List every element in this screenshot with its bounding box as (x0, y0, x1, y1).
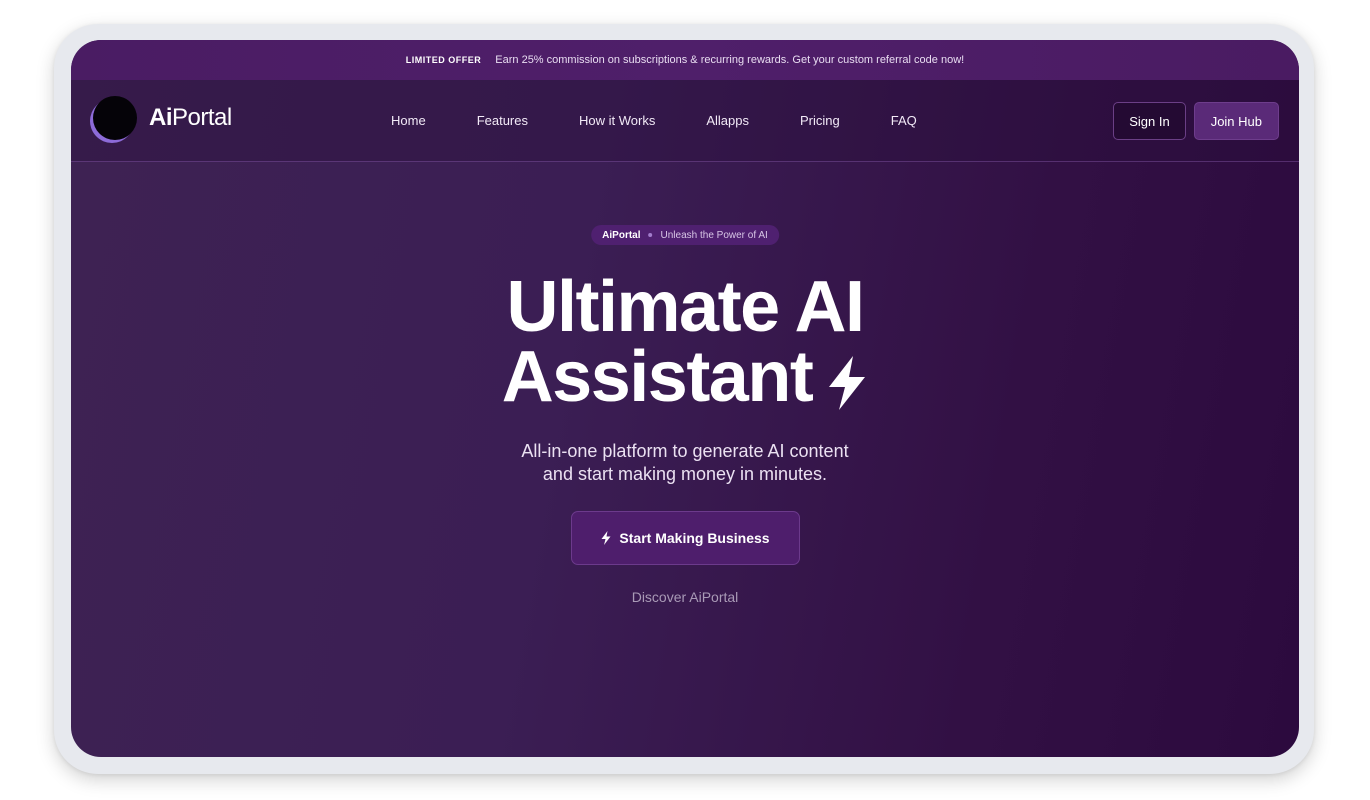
brand-name: AiPortal (149, 104, 232, 131)
nav-pricing[interactable]: Pricing (800, 113, 840, 128)
nav-allapps[interactable]: Allapps (706, 113, 749, 128)
badge-text: Unleash the Power of AI (660, 229, 768, 241)
start-making-business-button[interactable]: Start Making Business (571, 511, 800, 565)
hero-title-line-1: Ultimate AI (506, 267, 865, 347)
main-menu: Home Features How it Works Allapps Prici… (391, 80, 968, 161)
badge-separator-dot (648, 233, 653, 237)
nav-features[interactable]: Features (477, 113, 528, 128)
offer-tag: LIMITED OFFER (405, 55, 482, 65)
offer-text: Earn 25% commission on subscriptions & r… (495, 54, 965, 66)
brand-logo[interactable]: AiPortal (93, 96, 232, 140)
logo-circle-icon (93, 96, 137, 140)
discover-link[interactable]: Discover AiPortal (71, 589, 1299, 605)
hero-badge: AiPortal Unleash the Power of AI (591, 225, 779, 245)
hero-title: Ultimate AI Assistant (71, 267, 1299, 422)
cta-label: Start Making Business (619, 530, 770, 546)
top-navbar: AiPortal Home Features How it Works Alla… (71, 80, 1299, 162)
join-hub-button[interactable]: Join Hub (1193, 102, 1279, 140)
hero-subtitle: All-in-one platform to generate AI conte… (521, 441, 849, 484)
badge-brand: AiPortal (602, 229, 641, 241)
limited-offer-banner[interactable]: LIMITED OFFER Earn 25% commission on sub… (71, 40, 1299, 80)
lightning-bolt-icon (826, 352, 868, 422)
sign-in-button[interactable]: Sign In (1113, 102, 1186, 140)
hero-title-line-2: Assistant (71, 341, 1299, 422)
browser-viewport: LIMITED OFFER Earn 25% commission on sub… (71, 40, 1299, 757)
nav-home[interactable]: Home (391, 113, 426, 128)
nav-how-it-works[interactable]: How it Works (579, 113, 655, 128)
nav-faq[interactable]: FAQ (891, 113, 917, 128)
lightning-bolt-icon (601, 531, 611, 545)
auth-buttons: Sign In Join Hub (1113, 102, 1279, 140)
